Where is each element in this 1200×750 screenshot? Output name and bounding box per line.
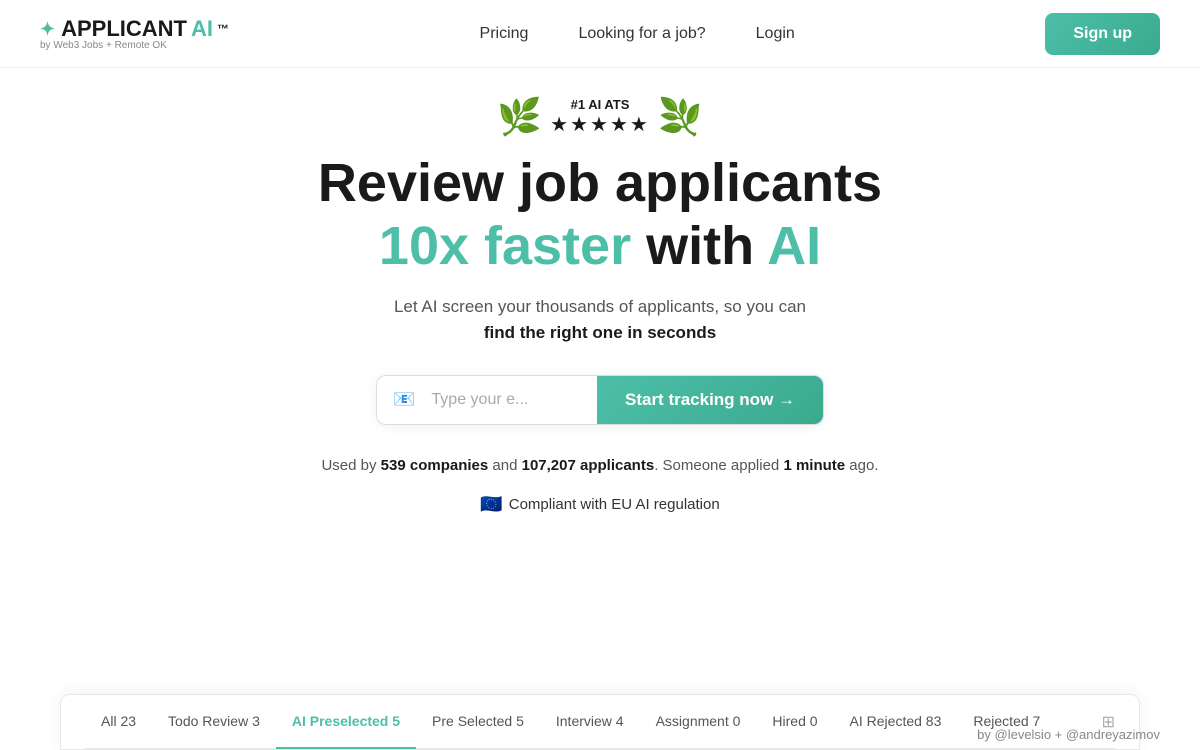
logo-icon: ✦ <box>40 19 55 40</box>
laurel-right-icon: 🌿 <box>658 96 703 138</box>
nav-login[interactable]: Login <box>756 25 795 43</box>
hero-with: with <box>631 216 767 276</box>
tab-all[interactable]: All 23 <box>85 696 152 749</box>
email-icon: 📧 <box>393 389 415 410</box>
nav-actions: Sign up <box>1045 13 1160 55</box>
time-ago: 1 minute <box>783 457 845 474</box>
social-ago: ago. <box>845 457 878 474</box>
hero-section: 🌿 #1 AI ATS ★★★★★ 🌿 Review job applicant… <box>0 68 1200 515</box>
nav-links: Pricing Looking for a job? Login <box>480 25 795 43</box>
hero-accent-ai: AI <box>767 216 821 276</box>
social-and: and <box>488 457 521 474</box>
brand-sub: by Web3 Jobs + Remote OK <box>40 40 229 51</box>
tab-ai-preselected[interactable]: AI Preselected 5 <box>276 696 416 749</box>
eu-text: Compliant with EU AI regulation <box>509 496 720 513</box>
navbar: ✦ APPLICANTAI™ by Web3 Jobs + Remote OK … <box>0 0 1200 68</box>
tab-todo[interactable]: Todo Review 3 <box>152 696 276 749</box>
tab-pre-selected[interactable]: Pre Selected 5 <box>416 696 540 749</box>
tabs-row: All 23 Todo Review 3 AI Preselected 5 Pr… <box>85 695 1115 749</box>
hero-headline-2: 10x faster with AI <box>379 217 821 276</box>
brand-ai: AI <box>191 16 213 42</box>
attribution: by @levelsio + @andreyazimov <box>977 727 1160 742</box>
badge-center: #1 AI ATS ★★★★★ <box>550 97 650 137</box>
badge-label: #1 AI ATS <box>571 97 630 112</box>
signup-button[interactable]: Sign up <box>1045 13 1160 55</box>
social-prefix: Used by <box>321 457 380 474</box>
nav-pricing[interactable]: Pricing <box>480 25 529 43</box>
tab-hired[interactable]: Hired 0 <box>756 696 833 749</box>
hero-headline-1: Review job applicants <box>318 154 882 213</box>
eu-compliance: 🇪🇺 Compliant with EU AI regulation <box>480 494 719 515</box>
badge-row: 🌿 #1 AI ATS ★★★★★ 🌿 <box>497 96 702 138</box>
laurel-left-icon: 🌿 <box>497 96 542 138</box>
tab-assignment[interactable]: Assignment 0 <box>640 696 757 749</box>
nav-jobs[interactable]: Looking for a job? <box>578 25 705 43</box>
tab-ai-rejected[interactable]: AI Rejected 83 <box>834 696 958 749</box>
brand-name: APPLICANT <box>61 16 187 42</box>
email-placeholder-text: Type your e... <box>431 391 528 409</box>
applicants-count: 107,207 applicants <box>522 457 655 474</box>
eu-flag-icon: 🇪🇺 <box>480 494 502 515</box>
social-mid: . Someone applied <box>654 457 783 474</box>
social-proof: Used by 539 companies and 107,207 applic… <box>321 457 878 474</box>
tab-interview[interactable]: Interview 4 <box>540 696 640 749</box>
badge-stars: ★★★★★ <box>550 112 650 137</box>
companies-count: 539 companies <box>381 457 489 474</box>
cta-row: 📧 Type your e... Start tracking now → <box>376 375 824 425</box>
email-input-wrapper[interactable]: 📧 Type your e... <box>377 376 597 424</box>
hero-sub2: find the right one in seconds <box>484 323 716 343</box>
hero-accent-faster: 10x faster <box>379 216 631 276</box>
brand-tm: ™ <box>217 22 229 36</box>
cta-button[interactable]: Start tracking now → <box>597 376 823 424</box>
hero-sub1: Let AI screen your thousands of applican… <box>394 297 806 317</box>
logo[interactable]: ✦ APPLICANTAI ™ by Web3 Jobs + Remote OK <box>40 16 229 51</box>
